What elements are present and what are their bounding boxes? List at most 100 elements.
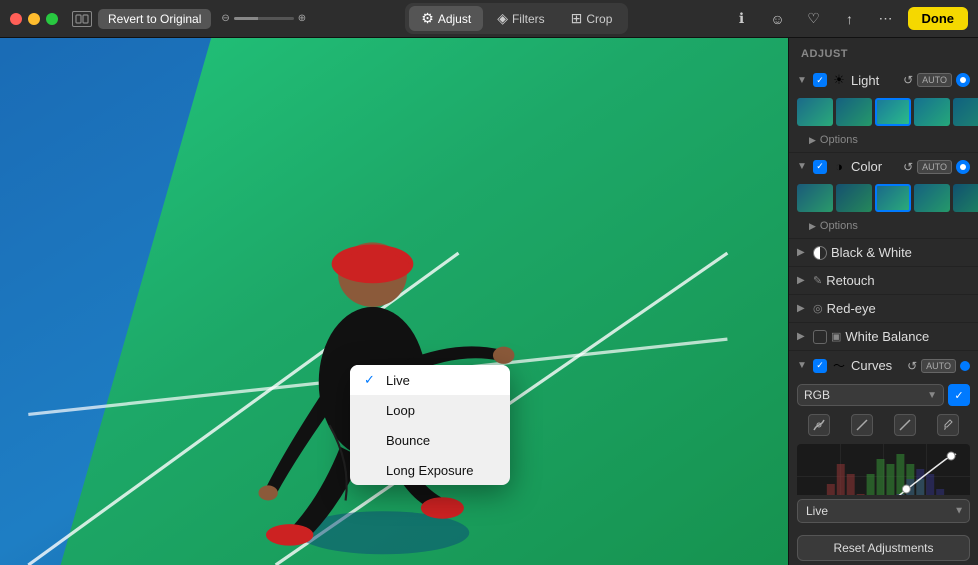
live-bar: Live Loop Bounce Long Exposure ▼ [789, 495, 978, 531]
bottom-panel: Live Loop Bounce Long Exposure ▼ Reset A… [789, 495, 978, 565]
info-button[interactable]: ℹ [728, 5, 756, 33]
wb-label: White Balance [845, 329, 970, 344]
adjust-header: ADJUST [789, 38, 978, 66]
live-select-wrap: Live Loop Bounce Long Exposure ▼ [797, 499, 970, 523]
dropdown-item-bounce[interactable]: ✓ Bounce [350, 425, 510, 455]
color-icon: ◑ [831, 159, 847, 174]
zoom-in-icon: ⊕ [298, 13, 306, 24]
options-chevron-icon: ▶ [809, 135, 816, 146]
light-active-dot[interactable] [956, 73, 970, 87]
rgb-select-label: RGB [804, 388, 927, 402]
color-thumb-1[interactable] [797, 184, 833, 212]
color-thumb-5[interactable] [953, 184, 978, 212]
light-section-header[interactable]: ▼ ☀ Light ↺ AUTO [789, 66, 978, 94]
wb-section-header[interactable]: ▶ ▣ White Balance [789, 323, 978, 350]
curves-label: Curves [851, 358, 903, 373]
redeye-icon: ◎ [813, 302, 823, 315]
color-undo-icon[interactable]: ↺ [903, 160, 913, 174]
retouch-section-header[interactable]: ▶ ✎ Retouch [789, 267, 978, 294]
bw-label: Black & White [831, 245, 970, 260]
rgb-row: RGB ▼ ✓ [789, 380, 978, 410]
dropdown-item-live[interactable]: ✓ Live [350, 365, 510, 395]
light-thumb-3[interactable] [875, 98, 911, 126]
color-toggle[interactable] [813, 160, 827, 174]
color-options-chevron-icon: ▶ [809, 221, 816, 232]
color-section: ▼ ◑ Color ↺ AUTO ▶ Options [789, 153, 978, 239]
photo-area: ✓ Live ✓ Loop ✓ Bounce ✓ Long Exposure [0, 38, 788, 565]
light-toggle[interactable] [813, 73, 827, 87]
light-undo-icon[interactable]: ↺ [903, 73, 913, 87]
redeye-section-header[interactable]: ▶ ◎ Red-eye [789, 295, 978, 322]
maximize-button[interactable] [46, 13, 58, 25]
color-auto-badge[interactable]: AUTO [917, 160, 952, 174]
curves-icon: 〜 [831, 357, 847, 374]
curves-toggle[interactable] [813, 359, 827, 373]
color-thumbs [789, 180, 978, 218]
titlebar: Revert to Original ⊖ ⊕ ⚙ Adjust ◈ Filter… [0, 0, 978, 38]
color-thumb-2[interactable] [836, 184, 872, 212]
light-thumbs [789, 94, 978, 132]
live-select[interactable]: Live Loop Bounce Long Exposure [797, 499, 970, 523]
curve-tool-highlight[interactable] [894, 414, 916, 436]
redeye-chevron-icon: ▶ [797, 303, 809, 314]
crop-tab[interactable]: ⊞ Crop [559, 6, 625, 31]
curves-active-btn[interactable]: ✓ [948, 384, 970, 406]
wb-section: ▶ ▣ White Balance [789, 323, 978, 351]
curves-graph[interactable] [797, 444, 970, 495]
rgb-select[interactable]: RGB ▼ [797, 384, 944, 406]
retouch-label: Retouch [826, 273, 970, 288]
photo-canvas: ✓ Live ✓ Loop ✓ Bounce ✓ Long Exposure [0, 38, 788, 565]
close-button[interactable] [10, 13, 22, 25]
curves-tools [789, 410, 978, 440]
curves-undo-icon[interactable]: ↺ [907, 359, 917, 373]
curve-tool-dropper[interactable] [937, 414, 959, 436]
check-icon: ✓ [954, 389, 963, 402]
minimize-button[interactable] [28, 13, 40, 25]
light-chevron-icon: ▼ [797, 75, 809, 86]
heart-button[interactable]: ♡ [800, 5, 828, 33]
right-panel: ADJUST ▼ ☀ Light ↺ AUTO [788, 38, 978, 565]
adjust-tab[interactable]: ⚙ Adjust [409, 6, 483, 31]
zoom-slider[interactable] [234, 17, 294, 20]
dropdown-item-loop[interactable]: ✓ Loop [350, 395, 510, 425]
curves-section-header[interactable]: ▼ 〜 Curves ↺ AUTO [789, 351, 978, 380]
titlebar-mid: Revert to Original ⊖ ⊕ [72, 9, 306, 29]
zoom-out-icon: ⊖ [221, 13, 229, 24]
share-button[interactable]: ↑ [836, 5, 864, 33]
emoji-button[interactable]: ☺ [764, 5, 792, 33]
curves-auto-badge[interactable]: AUTO [921, 359, 956, 373]
wb-chevron-icon: ▶ [797, 331, 809, 342]
light-thumb-5[interactable] [953, 98, 978, 126]
retouch-icon: ✎ [813, 274, 822, 287]
color-options-row[interactable]: ▶ Options [789, 218, 978, 238]
color-label: Color [851, 159, 899, 174]
dropdown-item-longexposure[interactable]: ✓ Long Exposure [350, 455, 510, 485]
filters-tab[interactable]: ◈ Filters [485, 6, 556, 31]
bw-section-header[interactable]: ▶ Black & White [789, 239, 978, 266]
light-auto-badge[interactable]: AUTO [917, 73, 952, 87]
color-thumb-3[interactable] [875, 184, 911, 212]
main-content: ✓ Live ✓ Loop ✓ Bounce ✓ Long Exposure [0, 38, 978, 565]
done-button[interactable]: Done [908, 7, 969, 30]
revert-button[interactable]: Revert to Original [98, 9, 211, 29]
reset-adjustments-button[interactable]: Reset Adjustments [797, 535, 970, 561]
light-options-row[interactable]: ▶ Options [789, 132, 978, 152]
more-button[interactable]: ⋯ [872, 5, 900, 33]
color-active-dot[interactable] [956, 160, 970, 174]
curve-tool-mid[interactable] [851, 414, 873, 436]
light-thumb-1[interactable] [797, 98, 833, 126]
options-label: Options [820, 134, 858, 146]
color-section-header[interactable]: ▼ ◑ Color ↺ AUTO [789, 153, 978, 180]
check-icon: ✓ [364, 372, 378, 388]
wb-toggle[interactable] [813, 330, 827, 344]
live-mode-dropdown[interactable]: ✓ Live ✓ Loop ✓ Bounce ✓ Long Exposure [350, 365, 510, 485]
redeye-section: ▶ ◎ Red-eye [789, 295, 978, 323]
curve-tool-shadow[interactable] [808, 414, 830, 436]
light-thumb-4[interactable] [914, 98, 950, 126]
toolbar-center: ⚙ Adjust ◈ Filters ⊞ Crop [405, 3, 628, 34]
rgb-select-arrow-icon: ▼ [927, 390, 937, 401]
color-thumb-4[interactable] [914, 184, 950, 212]
light-icon: ☀ [831, 72, 847, 88]
filters-icon: ◈ [497, 10, 508, 27]
light-thumb-2[interactable] [836, 98, 872, 126]
